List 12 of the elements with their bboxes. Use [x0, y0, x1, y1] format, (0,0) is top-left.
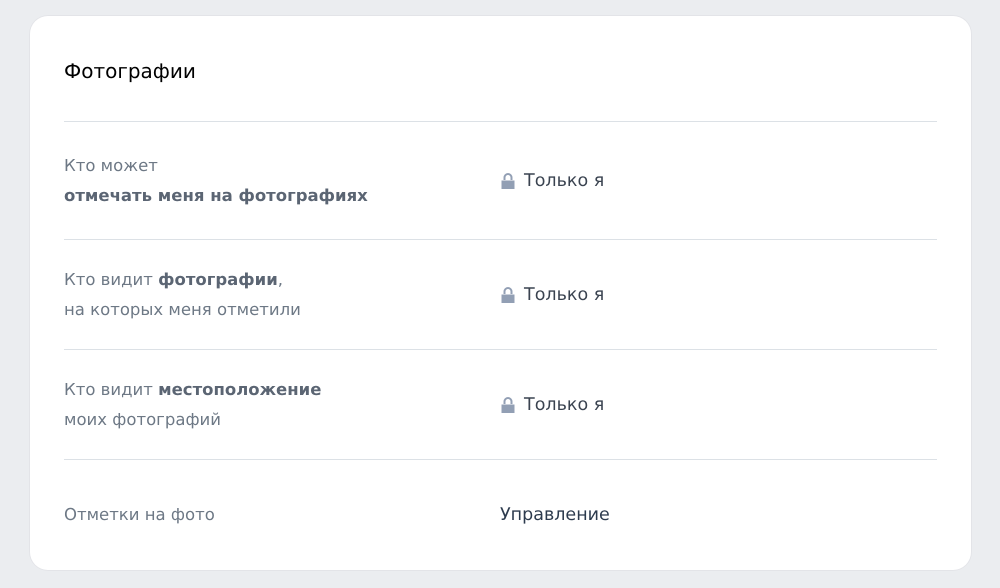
manage-link[interactable]: Управление [500, 504, 610, 524]
setting-label: Кто может отмечать меня на фотографиях [64, 154, 369, 206]
privacy-value[interactable]: Только я [524, 284, 604, 304]
lock-icon [500, 396, 516, 414]
privacy-value[interactable]: Только я [524, 170, 604, 190]
setting-label: Кто видит фотографии, на которых меня отметили [64, 268, 302, 320]
privacy-value[interactable]: Только я [524, 394, 604, 414]
lock-icon [500, 286, 516, 304]
lock-icon [500, 172, 516, 190]
section-title: Фотографии [64, 58, 196, 85]
setting-label: Кто видит местоположение моих фотографий [64, 378, 322, 430]
setting-label: Отметки на фото [64, 504, 216, 526]
